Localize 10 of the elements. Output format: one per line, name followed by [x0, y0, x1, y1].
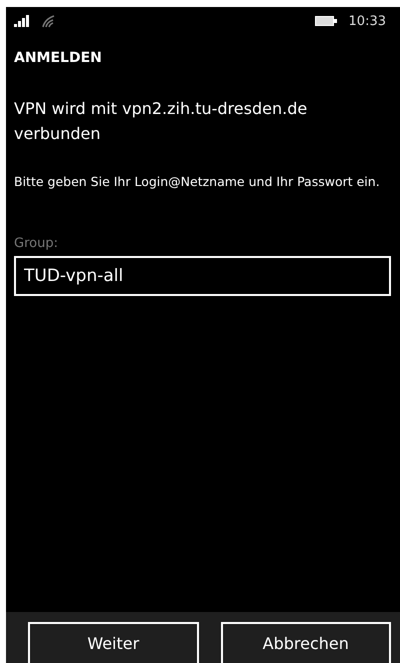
group-label: Group: [14, 236, 59, 251]
instruction-text: Bitte geben Sie Ihr Login@Netzname und Ihr Passwort ein. [14, 174, 381, 190]
page-title: ANMELDEN [14, 50, 103, 66]
battery-icon [314, 16, 337, 26]
cancel-button[interactable]: Abbrechen [220, 622, 391, 663]
next-button[interactable]: Weiter [28, 622, 198, 663]
group-input-field[interactable]: TUD-vpn-all [14, 256, 391, 296]
clock-time: 10:33 [348, 14, 386, 28]
connection-message: VPN wird mit vpn2.zih.tu-dresden.de verbunden [14, 98, 308, 145]
wifi-icon [42, 14, 56, 28]
